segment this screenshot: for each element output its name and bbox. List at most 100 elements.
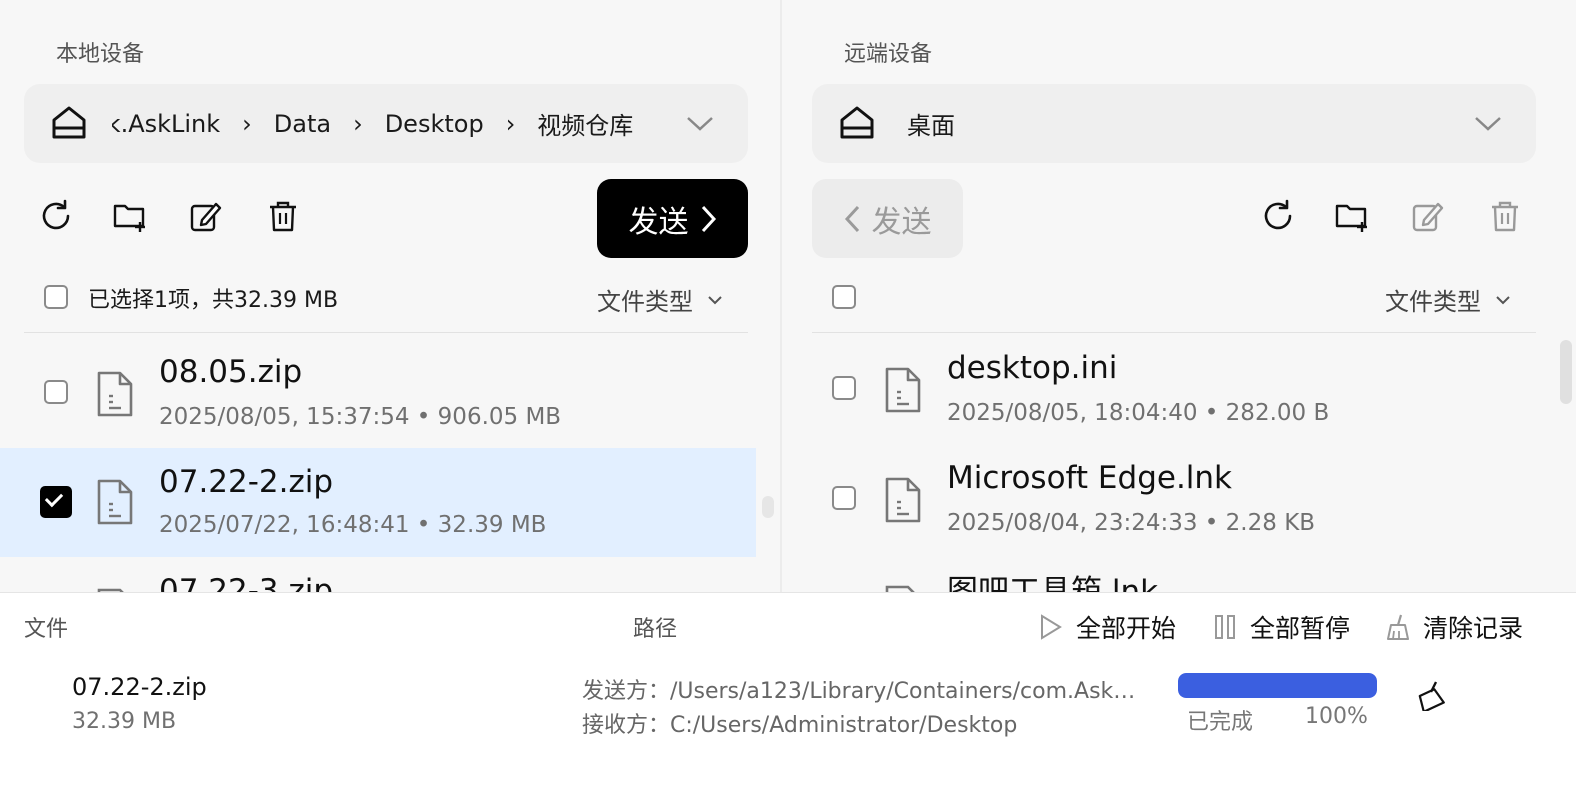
- file-name: 图吧工具箱.lnk: [947, 574, 1159, 592]
- send-button-label: 发送: [628, 204, 689, 240]
- clear-records-label: 清除记录: [1423, 614, 1524, 643]
- file-row[interactable]: 图吧工具箱.lnk: [782, 554, 1576, 592]
- edit-icon: [190, 202, 222, 232]
- play-icon: [1041, 614, 1062, 640]
- file-type-filter-label: 文件类型: [1385, 288, 1481, 316]
- broom-icon: [1387, 614, 1409, 640]
- file-checkbox-checked[interactable]: [40, 486, 72, 518]
- remote-device-title: 远端设备: [844, 42, 933, 67]
- edit-icon: [1412, 202, 1444, 232]
- home-icon: [840, 106, 874, 139]
- delete-button[interactable]: [263, 196, 303, 236]
- breadcrumb: ık.AskLink › Data › Desktop › 视频仓库: [112, 84, 668, 163]
- file-meta: 2025/08/05, 18:04:40 • 282.00 B: [947, 400, 1330, 426]
- chevron-left-icon: [844, 205, 859, 232]
- trash-icon: [270, 201, 296, 232]
- pause-all-button[interactable]: 全部暂停: [1212, 609, 1350, 645]
- new-folder-button[interactable]: [1332, 196, 1372, 236]
- trash-icon: [1492, 201, 1518, 232]
- home-icon: [52, 106, 86, 139]
- scrollbar-thumb[interactable]: [1560, 340, 1572, 404]
- chevron-right-icon: [701, 205, 716, 232]
- file-name: 07.22-3.zip: [159, 573, 334, 592]
- chevron-down-icon[interactable]: [1474, 112, 1502, 134]
- progress-bar: [1178, 673, 1377, 698]
- clear-item-broom-icon[interactable]: [1414, 679, 1446, 711]
- file-name: Microsoft Edge.lnk: [947, 460, 1233, 496]
- folder-plus-icon: [113, 204, 145, 232]
- file-type-filter-label: 文件类型: [597, 288, 693, 316]
- breadcrumb-item[interactable]: Desktop: [385, 110, 484, 138]
- rename-button[interactable]: [186, 196, 226, 236]
- local-path-bar[interactable]: ık.AskLink › Data › Desktop › 视频仓库: [24, 84, 748, 163]
- transfer-file-name: 07.22-2.zip: [72, 673, 207, 701]
- transfer-file-size: 32.39 MB: [72, 709, 177, 734]
- path-column-header: 路径: [633, 617, 678, 642]
- file-icon: [885, 585, 915, 592]
- pause-all-label: 全部暂停: [1250, 614, 1351, 643]
- file-icon: [97, 371, 133, 417]
- file-row-selected[interactable]: 07.22-2.zip 2025/07/22, 16:48:41 • 32.39…: [0, 448, 756, 557]
- file-column-header: 文件: [24, 617, 69, 642]
- transfer-panel: 文件 路径 全部开始 全部暂停 清除记录 07.22-2.zip 32.39 M…: [0, 592, 1576, 806]
- transfer-percent: 100%: [1305, 704, 1368, 729]
- pane-resize-handle[interactable]: [762, 496, 774, 518]
- file-meta: 2025/08/05, 15:37:54 • 906.05 MB: [159, 404, 562, 430]
- start-all-button[interactable]: 全部开始: [1038, 609, 1176, 645]
- file-name: desktop.ini: [947, 350, 1118, 386]
- file-name: 07.22-2.zip: [159, 464, 334, 500]
- local-device-pane: 本地设备 ık.AskLink › Data › Desktop › 视频仓库 …: [0, 0, 781, 592]
- refresh-icon: [42, 199, 70, 230]
- file-row[interactable]: 08.05.zip 2025/08/05, 15:37:54 • 906.05 …: [0, 338, 781, 447]
- select-all-checkbox[interactable]: [44, 285, 68, 309]
- file-meta: 2025/08/04, 23:24:33 • 2.28 KB: [947, 510, 1316, 536]
- local-device-title: 本地设备: [56, 42, 145, 67]
- file-icon: [97, 479, 133, 525]
- progress-bar-fill: [1178, 673, 1377, 698]
- pause-icon: [1215, 615, 1235, 639]
- chevron-down-icon: [708, 295, 722, 304]
- select-all-checkbox[interactable]: [832, 285, 856, 309]
- divider: [24, 332, 748, 333]
- refresh-icon: [1264, 199, 1292, 230]
- file-checkbox[interactable]: [832, 376, 856, 400]
- delete-button[interactable]: [1485, 196, 1525, 236]
- send-button[interactable]: 发送: [597, 179, 748, 258]
- file-icon: [885, 477, 921, 523]
- receiver-path: 接收方：C:/Users/Administrator/Desktop: [582, 713, 1018, 738]
- breadcrumb-item[interactable]: ık.AskLink: [112, 110, 220, 138]
- file-type-filter[interactable]: 文件类型: [1385, 282, 1511, 317]
- clear-records-button[interactable]: 清除记录: [1385, 609, 1523, 645]
- file-meta: 2025/07/22, 16:48:41 • 32.39 MB: [159, 512, 547, 538]
- chevron-down-icon[interactable]: [686, 112, 714, 134]
- refresh-button[interactable]: [1258, 196, 1298, 236]
- file-row[interactable]: 07.22-3.zip: [0, 557, 781, 592]
- file-row[interactable]: Microsoft Edge.lnk 2025/08/04, 23:24:33 …: [782, 444, 1576, 553]
- divider: [812, 332, 1536, 333]
- selection-summary: 已选择1项，共32.39 MB: [88, 288, 339, 313]
- new-folder-button[interactable]: [110, 196, 150, 236]
- breadcrumb-item[interactable]: Data: [274, 110, 331, 138]
- send-back-button-label: 发送: [871, 204, 932, 240]
- breadcrumb: 桌面: [907, 84, 1456, 163]
- send-back-button[interactable]: 发送: [812, 179, 963, 258]
- remote-device-pane: 远端设备 桌面 发送 文件类型 desktop.ini 2025/08/05, …: [782, 0, 1576, 592]
- breadcrumb-item[interactable]: 桌面: [907, 106, 955, 141]
- file-name: 08.05.zip: [159, 354, 303, 390]
- refresh-button[interactable]: [36, 196, 76, 236]
- file-icon: [885, 367, 921, 413]
- transfer-status: 已完成: [1187, 710, 1254, 735]
- file-type-filter[interactable]: 文件类型: [597, 282, 723, 317]
- breadcrumb-item[interactable]: 视频仓库: [537, 106, 633, 141]
- breadcrumb-separator-icon: ›: [505, 109, 516, 138]
- remote-path-bar[interactable]: 桌面: [812, 84, 1536, 163]
- rename-button[interactable]: [1408, 196, 1448, 236]
- sender-path: 发送方：/Users/a123/Library/Containers/com.A…: [582, 679, 1142, 704]
- file-row[interactable]: desktop.ini 2025/08/05, 18:04:40 • 282.0…: [782, 334, 1576, 443]
- file-checkbox[interactable]: [44, 380, 68, 404]
- breadcrumb-separator-icon: ›: [242, 109, 252, 138]
- folder-plus-icon: [1335, 204, 1367, 232]
- chevron-down-icon: [1496, 295, 1510, 304]
- start-all-label: 全部开始: [1076, 614, 1177, 643]
- file-checkbox[interactable]: [832, 486, 856, 510]
